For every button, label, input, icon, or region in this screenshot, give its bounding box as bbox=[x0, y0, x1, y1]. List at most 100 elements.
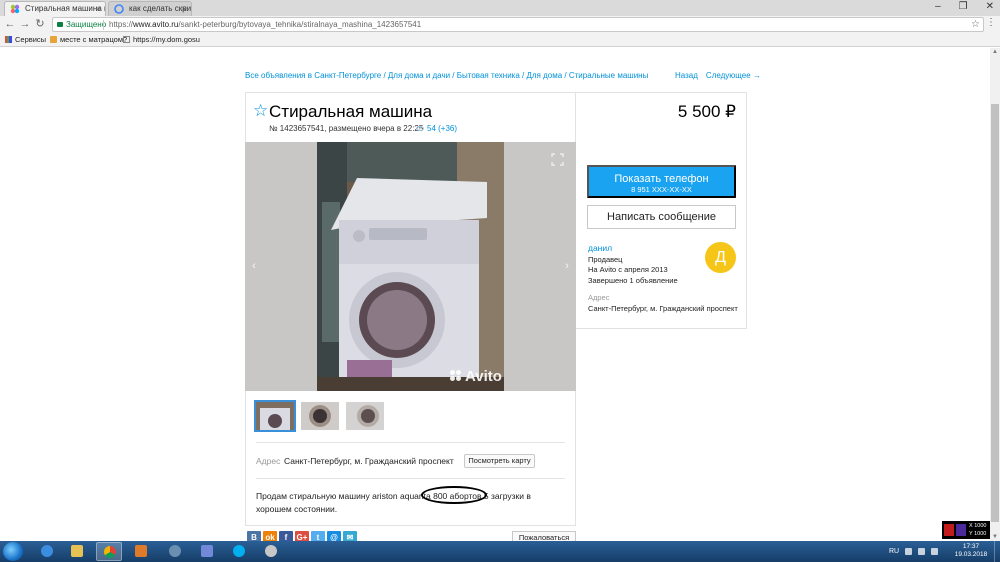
address-value: Санкт-Петербург, м. Гражданский проспект bbox=[284, 456, 454, 466]
next-link[interactable]: Следующее → bbox=[706, 71, 761, 80]
thumbnail-2[interactable] bbox=[301, 402, 339, 430]
main-photo[interactable] bbox=[317, 142, 504, 391]
start-button-icon[interactable] bbox=[3, 542, 23, 561]
avatar[interactable]: Д bbox=[705, 242, 736, 273]
clock[interactable]: 17:37 19.03.2018 bbox=[952, 543, 990, 559]
apps-icon bbox=[5, 36, 12, 43]
seller-name[interactable]: данил bbox=[588, 243, 612, 253]
app-icon bbox=[956, 524, 966, 536]
internet-explorer-icon[interactable] bbox=[34, 542, 60, 561]
address-bar[interactable]: Защищено https://www.avito.ru/sankt-pete… bbox=[52, 17, 984, 32]
clock-date: 19.03.2018 bbox=[954, 551, 988, 558]
back-arrow-icon[interactable]: ← bbox=[3, 17, 17, 31]
url-text[interactable]: https://www.avito.ru/sankt-peterburg/byt… bbox=[109, 18, 421, 31]
close-window-icon[interactable]: ✕ bbox=[986, 0, 994, 16]
write-message-button[interactable]: Написать сообщение bbox=[587, 205, 736, 229]
favorite-star-icon[interactable]: ☆ bbox=[253, 102, 268, 119]
url-path: /sankt-peterburg/bytovaya_tehnika/stiral… bbox=[178, 20, 422, 29]
y-readout: Y 1000 bbox=[969, 531, 987, 537]
bookmark-label: Сервисы bbox=[15, 35, 47, 44]
forward-arrow-icon[interactable]: → bbox=[18, 17, 32, 31]
tab-google[interactable]: как сделать скриншот × bbox=[108, 1, 192, 16]
taskbar: RU 17:37 19.03.2018 bbox=[0, 541, 1000, 562]
clock-time: 17:37 bbox=[962, 543, 980, 550]
listing-meta: № 1423657541, размещено вчера в 22:25 bbox=[269, 124, 424, 133]
scroll-up-icon[interactable]: ▲ bbox=[990, 48, 1000, 56]
show-desktop-button[interactable] bbox=[994, 541, 1000, 562]
photo-viewer-icon[interactable] bbox=[258, 542, 284, 561]
network-icon[interactable] bbox=[918, 548, 925, 555]
sidebar-address-label: Адрес bbox=[588, 293, 610, 302]
bookmark-label: https://my.dom.gosu bbox=[133, 35, 200, 44]
scroll-down-icon[interactable]: ▼ bbox=[990, 533, 1000, 541]
window-controls: – ❐ ✕ bbox=[935, 0, 994, 16]
avito-watermark: Avito bbox=[450, 368, 502, 385]
google-favicon-icon bbox=[114, 4, 124, 14]
folder-icon bbox=[50, 36, 57, 43]
tab-avito[interactable]: Стиральная машина ку × bbox=[4, 1, 106, 16]
page-title: Стиральная машина bbox=[269, 102, 433, 121]
thumbnail-3[interactable] bbox=[346, 402, 384, 430]
back-link[interactable]: Назад bbox=[675, 71, 698, 80]
phone-button-label: Показать телефон bbox=[614, 173, 709, 185]
divider bbox=[103, 20, 104, 30]
close-icon[interactable]: × bbox=[182, 2, 187, 16]
volume-icon[interactable] bbox=[931, 548, 938, 555]
bookmark-label: месте с матрацом? bbox=[60, 35, 128, 44]
page-scrollbar[interactable]: ▲ ▼ bbox=[990, 48, 1000, 541]
phone-number: 8 951 XXX-XX-XX bbox=[631, 185, 692, 194]
tab-title: Стиральная машина ку bbox=[25, 4, 106, 13]
url-scheme: https:// bbox=[109, 20, 134, 29]
seller-role: Продавец bbox=[588, 255, 623, 264]
divider bbox=[256, 478, 565, 479]
browser-tab-bar: Стиральная машина ку × как сделать скрин… bbox=[0, 0, 1000, 16]
chrome-icon[interactable] bbox=[96, 542, 122, 561]
views-counter: 54 (+36) bbox=[416, 124, 457, 133]
file-explorer-icon[interactable] bbox=[64, 542, 90, 561]
fullscreen-icon[interactable] bbox=[551, 153, 564, 166]
x-readout: X 1000 bbox=[969, 523, 987, 529]
language-indicator[interactable]: RU bbox=[889, 548, 899, 555]
sidebar-address-value: Санкт-Петербург, м. Гражданский проспект bbox=[588, 304, 738, 313]
watermark-text: Avito bbox=[465, 368, 502, 385]
discord-icon[interactable] bbox=[194, 542, 220, 561]
address-label: Адрес bbox=[256, 456, 281, 466]
bookmark-services[interactable]: Сервисы bbox=[5, 33, 46, 46]
skype-icon[interactable] bbox=[226, 542, 252, 561]
media-player-icon[interactable] bbox=[128, 542, 154, 561]
breadcrumb[interactable]: Все объявления в Санкт-Петербурге / Для … bbox=[245, 71, 648, 80]
maximize-icon[interactable]: ❐ bbox=[959, 0, 968, 16]
bookmark-star-icon[interactable]: ☆ bbox=[971, 18, 980, 31]
chevron-left-icon[interactable]: ‹ bbox=[249, 260, 259, 272]
bookmark-dom-gosuslugi[interactable]: https://my.dom.gosu bbox=[123, 33, 200, 46]
show-map-button[interactable]: Посмотреть карту bbox=[464, 454, 535, 468]
show-phone-button[interactable]: Показать телефон 8 951 XXX-XX-XX bbox=[587, 165, 736, 198]
menu-dots-icon[interactable]: ⋮ bbox=[986, 17, 996, 28]
browser-toolbar: ← → ↻ Защищено https://www.avito.ru/sank… bbox=[0, 16, 1000, 33]
price: 5 500 ₽ bbox=[677, 102, 736, 121]
secure-label: Защищено bbox=[66, 20, 107, 29]
tray-icon[interactable] bbox=[905, 548, 912, 555]
bookmarks-bar: Сервисы месте с матрацом? https://my.dom… bbox=[0, 33, 1000, 47]
bookmark-mattress[interactable]: месте с матрацом? bbox=[50, 33, 127, 46]
thumbnail-1[interactable] bbox=[254, 400, 296, 432]
close-icon[interactable]: × bbox=[96, 2, 101, 16]
thumbnail-strip bbox=[254, 400, 384, 432]
seller-completed[interactable]: Завершено 1 объявление bbox=[588, 276, 678, 285]
chevron-right-icon[interactable]: › bbox=[562, 260, 572, 272]
page-icon bbox=[123, 36, 130, 43]
listing-navigation: Назад Следующее → bbox=[675, 71, 769, 80]
scroll-thumb[interactable] bbox=[991, 104, 999, 522]
globe-icon[interactable] bbox=[162, 542, 188, 561]
app-icon bbox=[944, 524, 954, 536]
seller-since: На Avito с апреля 2013 bbox=[588, 265, 668, 274]
reload-icon[interactable]: ↻ bbox=[33, 17, 47, 31]
secure-indicator[interactable]: Защищено bbox=[57, 18, 106, 31]
avito-logo-icon bbox=[450, 370, 462, 382]
lock-icon bbox=[57, 22, 63, 27]
photo-gallery[interactable]: ‹ › Avito bbox=[245, 142, 576, 391]
minimize-icon[interactable]: – bbox=[935, 0, 941, 16]
listing-description: Продам стиральную машину ariston aquanta… bbox=[256, 491, 531, 514]
views-count: 54 (+36) bbox=[427, 124, 458, 133]
url-host: www.avito.ru bbox=[133, 20, 179, 29]
